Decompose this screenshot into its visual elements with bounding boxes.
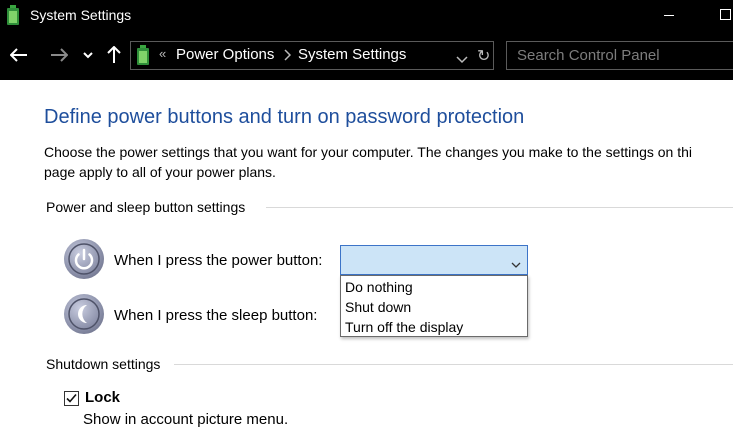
search-input[interactable]: Search Control Panel [506, 41, 733, 70]
breadcrumb-system-settings[interactable]: System Settings [298, 46, 406, 63]
page-title: Define power buttons and turn on passwor… [44, 106, 525, 128]
chevron-right-icon[interactable] [283, 48, 292, 66]
up-arrow-icon[interactable] [104, 44, 124, 66]
battery-icon [137, 45, 149, 65]
back-arrow-icon[interactable] [8, 44, 30, 66]
forward-arrow-icon[interactable] [48, 44, 70, 66]
shutdown-section-label: Shutdown settings [46, 356, 169, 372]
description-line: Choose the power settings that you want … [44, 144, 693, 160]
power-icon [64, 239, 104, 279]
dropdown-option-turn-off-display[interactable]: Turn off the display [345, 319, 463, 335]
dropdown-list: Do nothing Shut down Turn off the displa… [340, 275, 528, 337]
refresh-icon[interactable]: ↻ [477, 46, 490, 66]
breadcrumb-overflow[interactable]: « [159, 46, 166, 61]
breadcrumb-power-options[interactable]: Power Options [176, 46, 274, 63]
minimize-icon[interactable] [664, 15, 674, 16]
window-title: System Settings [30, 7, 132, 23]
maximize-icon[interactable] [720, 9, 731, 20]
power-section-label: Power and sleep button settings [46, 199, 254, 215]
sleep-button-label: When I press the sleep button: [114, 307, 318, 324]
sleep-icon [64, 294, 104, 334]
address-bar[interactable]: « Power Options System Settings ↻ [130, 41, 494, 70]
page-description: Choose the power settings that you want … [44, 142, 733, 182]
dropdown-option-shut-down[interactable]: Shut down [345, 299, 411, 315]
battery-icon [7, 5, 19, 25]
checkmark-icon [66, 393, 77, 403]
lock-label[interactable]: Lock [85, 389, 120, 406]
power-button-dropdown[interactable] [340, 245, 528, 275]
chevron-down-icon[interactable] [80, 44, 96, 66]
lock-checkbox[interactable] [64, 391, 79, 406]
power-button-label: When I press the power button: [114, 252, 323, 269]
lock-description: Show in account picture menu. [83, 411, 289, 428]
navigation-bar: « Power Options System Settings ↻ Search… [0, 32, 733, 80]
description-line: page apply to all of your power plans. [44, 164, 276, 180]
chevron-down-icon[interactable] [511, 256, 521, 274]
section-divider [266, 207, 733, 208]
dropdown-option-do-nothing[interactable]: Do nothing [345, 279, 413, 295]
search-placeholder: Search Control Panel [517, 47, 660, 64]
title-bar: System Settings [0, 0, 733, 32]
chevron-down-icon[interactable] [456, 51, 468, 69]
section-divider [174, 364, 733, 365]
